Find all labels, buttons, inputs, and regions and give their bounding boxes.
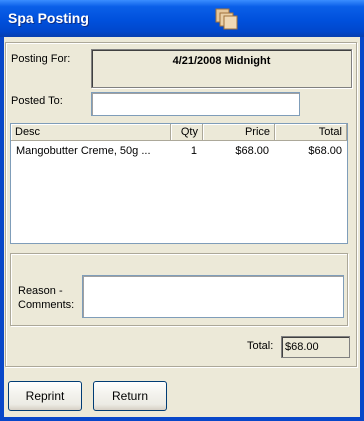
comments-label: Comments: bbox=[18, 299, 75, 311]
window-frame-bottom bbox=[0, 417, 364, 421]
spa-posting-window: Spa Posting Posting For: 4/21/2008 Midni… bbox=[0, 0, 364, 421]
window-frame-left bbox=[0, 37, 4, 421]
row-total: $68.00 bbox=[308, 145, 342, 157]
column-header-price[interactable]: Price bbox=[203, 124, 275, 141]
posted-to-field[interactable] bbox=[91, 92, 300, 116]
posted-to-label: Posted To: bbox=[11, 95, 63, 107]
row-qty: 1 bbox=[190, 145, 197, 157]
column-header-desc[interactable]: Desc bbox=[11, 124, 171, 141]
total-label: Total: bbox=[247, 340, 274, 352]
reason-comments-field[interactable] bbox=[82, 275, 344, 318]
list-header: Desc Qty Price Total bbox=[11, 124, 347, 141]
window-frame-right bbox=[360, 37, 364, 421]
total-value: $68.00 bbox=[281, 336, 350, 358]
reason-label: Reason - bbox=[18, 285, 63, 297]
stacked-pages-icon bbox=[215, 8, 238, 30]
row-price: $68.00 bbox=[235, 145, 269, 157]
return-button[interactable]: Return bbox=[93, 381, 167, 411]
window-title: Spa Posting bbox=[8, 10, 89, 26]
reprint-button[interactable]: Reprint bbox=[8, 381, 82, 411]
posting-items-list[interactable]: Desc Qty Price Total Mangobutter Creme, … bbox=[10, 123, 348, 244]
column-header-total[interactable]: Total bbox=[275, 124, 347, 141]
posting-for-label: Posting For: bbox=[11, 53, 71, 65]
column-header-qty[interactable]: Qty bbox=[171, 124, 203, 141]
title-bar[interactable]: Spa Posting bbox=[0, 0, 364, 37]
row-desc: Mangobutter Creme, 50g ... bbox=[16, 145, 151, 157]
posting-for-value: 4/21/2008 Midnight bbox=[91, 49, 352, 88]
